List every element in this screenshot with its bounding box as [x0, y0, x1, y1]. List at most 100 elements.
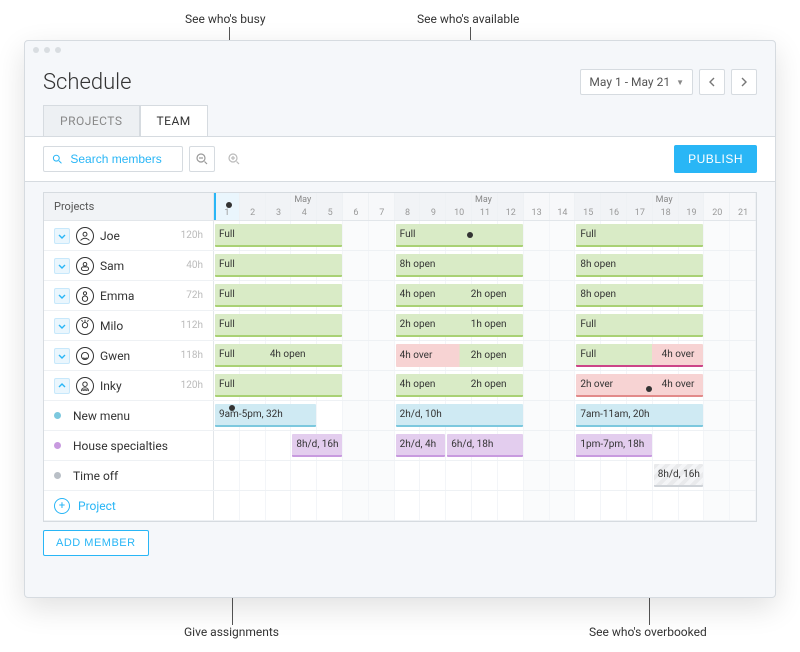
bar-label: 9am-5pm, 32h: [215, 409, 283, 420]
member-hours: 118h: [181, 350, 203, 361]
bar-label: 2h over: [576, 379, 613, 390]
add-member-button[interactable]: ADD MEMBER: [43, 530, 149, 556]
bar-label: Full: [396, 229, 416, 240]
schedule-bar[interactable]: Full 4h over: [576, 344, 703, 367]
bar-label: 4h over: [658, 349, 695, 360]
expand-toggle[interactable]: [54, 378, 70, 394]
avatar-icon: [76, 287, 94, 305]
avatar-icon: [76, 347, 94, 365]
member-row: Gwen118hFull4h open4h over2h openFull4h …: [44, 341, 756, 371]
project-color-dot: [54, 472, 61, 479]
bar-label: 8h open: [576, 259, 616, 270]
project-row: Time off8h/d, 16h: [44, 461, 756, 491]
bar-label: 4h open: [266, 349, 306, 360]
window-titlebar: [25, 41, 775, 59]
schedule-bar[interactable]: 4h over2h open: [396, 344, 523, 367]
add-project-label: Project: [78, 499, 116, 513]
bar-label: Full: [576, 349, 596, 360]
schedule-bar[interactable]: 2h open 1h open: [396, 314, 523, 337]
schedule-bar[interactable]: 8h open: [576, 284, 703, 307]
member-name: Sam: [100, 259, 124, 273]
schedule-bar[interactable]: Full: [215, 314, 342, 337]
zoom-in-button[interactable]: [221, 146, 247, 172]
bar-label: 6h/d, 18h: [447, 439, 493, 450]
project-row: House specialties 8h/d, 16h 2h/d, 4h6h/d, …: [44, 431, 756, 461]
search-input[interactable]: [68, 151, 174, 167]
member-hours: 120h: [181, 230, 203, 241]
tab-projects[interactable]: PROJECTS: [43, 105, 140, 136]
member-name: Inky: [100, 379, 122, 393]
bar-label: 2h open: [467, 379, 507, 390]
bar-label: 4h open: [396, 379, 436, 390]
tab-team[interactable]: TEAM: [140, 105, 208, 136]
search-icon: [52, 153, 62, 165]
bar-label: Full: [576, 319, 596, 330]
schedule-bar[interactable]: 2h/d, 10h: [396, 404, 523, 427]
expand-toggle[interactable]: [54, 288, 70, 304]
bar-label: Full: [215, 259, 235, 270]
schedule-bar[interactable]: 2h over 4h over: [576, 374, 703, 397]
bar-label: 8h/d, 16h: [654, 469, 700, 480]
schedule-bar[interactable]: 2h/d, 4h: [396, 434, 446, 457]
date-range-picker[interactable]: May 1 - May 21 ▼: [580, 69, 693, 95]
schedule-bar[interactable]: 6h/d, 18h: [447, 434, 522, 457]
member-hours: 112h: [181, 320, 203, 331]
prev-button[interactable]: [699, 69, 725, 95]
expand-toggle[interactable]: [54, 318, 70, 334]
schedule-bar[interactable]: 4h open 2h open: [396, 374, 523, 397]
project-name: House specialties: [73, 439, 168, 453]
schedule-bar[interactable]: Full: [215, 284, 342, 307]
bar-label: Full: [215, 349, 235, 360]
schedule-bar[interactable]: 4h open2h open: [396, 284, 523, 307]
project-name: New menu: [73, 409, 130, 423]
schedule-bar[interactable]: 8h open: [396, 254, 523, 277]
schedule-bar[interactable]: 8h/d, 16h: [654, 464, 704, 487]
expand-toggle[interactable]: [54, 228, 70, 244]
avatar-icon: [76, 377, 94, 395]
schedule-bar[interactable]: Full: [576, 314, 703, 337]
schedule-bar[interactable]: Full: [396, 224, 523, 247]
schedule-bar[interactable]: Full: [215, 374, 342, 397]
schedule-bar[interactable]: Full 4h open: [215, 344, 342, 367]
page-title: Schedule: [43, 70, 131, 95]
bar-label: 4h open: [396, 289, 436, 300]
bar-label: 2h open: [396, 319, 436, 330]
bar-label: 8h open: [396, 259, 436, 270]
bar-label: 8h open: [576, 289, 616, 300]
schedule-bar[interactable]: 8h open: [576, 254, 703, 277]
add-project-button[interactable]: +Project: [54, 498, 116, 514]
member-row: Emma72hFull4h open2h open8h open: [44, 281, 756, 311]
zoom-out-button[interactable]: [189, 146, 215, 172]
publish-button[interactable]: PUBLISH: [674, 145, 757, 173]
bar-label: 1pm-7pm, 18h: [576, 439, 644, 450]
avatar-icon: [76, 257, 94, 275]
name-col-header: Projects: [44, 193, 214, 220]
member-hours: 72h: [186, 290, 203, 301]
toolbar: PUBLISH: [25, 136, 775, 182]
schedule-bar[interactable]: 8h/d, 16h: [292, 434, 342, 457]
expand-toggle[interactable]: [54, 258, 70, 274]
expand-toggle[interactable]: [54, 348, 70, 364]
schedule-bar[interactable]: 7am-11am, 20h: [576, 404, 703, 427]
bar-label: Full: [215, 379, 235, 390]
bar-label: Full: [576, 229, 596, 240]
schedule-bar[interactable]: Full: [215, 224, 342, 247]
member-hours: 40h: [186, 260, 203, 271]
schedule-bar[interactable]: Full: [576, 224, 703, 247]
member-row: Joe 120h Full Full Full: [44, 221, 756, 251]
next-button[interactable]: [731, 69, 757, 95]
member-name: Joe: [100, 229, 120, 243]
bar-label: Full: [215, 289, 235, 300]
bar-label: 7am-11am, 20h: [576, 409, 649, 420]
schedule-bar[interactable]: Full: [215, 254, 342, 277]
avatar-icon: [76, 317, 94, 335]
annotation-overbooked: See who's overbooked: [589, 625, 707, 639]
search-box[interactable]: [43, 146, 183, 172]
member-row: Milo112hFull2h open1h openFull: [44, 311, 756, 341]
annotation-busy: See who's busy: [185, 12, 266, 26]
caret-down-icon: ▼: [676, 78, 684, 87]
bar-label: 1h open: [467, 319, 507, 330]
bar-label: 4h over: [658, 379, 695, 390]
bar-label: Full: [215, 319, 235, 330]
schedule-bar[interactable]: 1pm-7pm, 18h: [576, 434, 651, 457]
